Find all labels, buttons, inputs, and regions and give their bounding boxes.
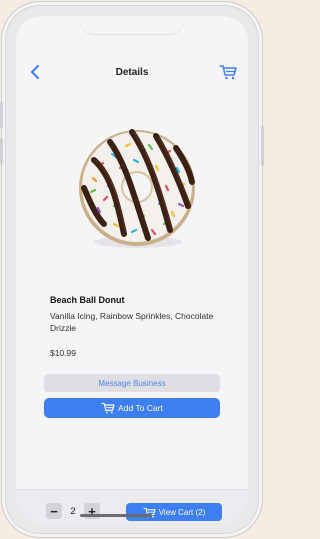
app-screen: Details Beach Ball Donut Vanilla Icing, …	[16, 16, 248, 523]
donut-image	[79, 129, 195, 248]
product-price: $10.99	[50, 348, 76, 358]
view-cart-button[interactable]: View Cart (2)	[126, 503, 222, 521]
side-button	[0, 138, 3, 164]
bottom-bar: − 2 + View Cart (2)	[16, 489, 248, 523]
cart-button[interactable]	[218, 62, 238, 82]
side-button	[261, 126, 264, 166]
cart-icon	[219, 65, 237, 80]
product-name: Beach Ball Donut	[50, 295, 125, 305]
add-to-cart-label: Add To Cart	[118, 403, 163, 413]
view-cart-label: View Cart (2)	[158, 507, 206, 517]
side-button	[0, 102, 3, 128]
home-indicator	[80, 514, 152, 517]
message-business-button[interactable]: Message Business	[44, 374, 220, 392]
notch	[80, 16, 184, 34]
message-business-label: Message Business	[98, 378, 166, 388]
product-description: Vanilla Icing, Rainbow Sprinkles, Chocol…	[50, 311, 214, 333]
cart-icon	[101, 402, 115, 414]
page-title: Details	[115, 66, 149, 78]
phone-frame: Details Beach Ball Donut Vanilla Icing, …	[0, 6, 264, 533]
decrement-button[interactable]: −	[46, 503, 62, 519]
nav-header: Details	[16, 52, 248, 92]
chevron-left-icon	[31, 65, 39, 79]
add-to-cart-button[interactable]: Add To Cart	[44, 398, 220, 418]
back-button[interactable]	[26, 63, 44, 81]
